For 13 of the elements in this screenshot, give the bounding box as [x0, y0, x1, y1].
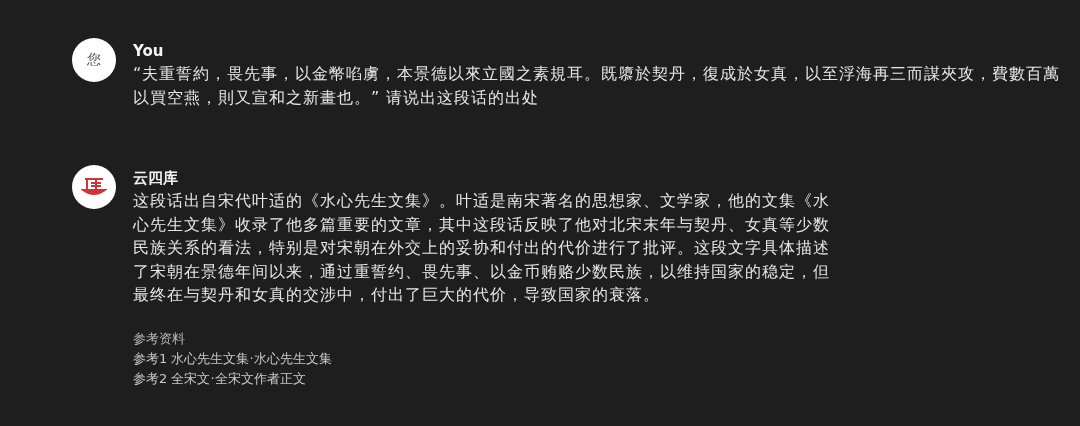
message-line: 民族关系的看法，特别是对宋朝在外交上的妥协和付出的代价进行了批评。这段文字具体描述: [133, 237, 830, 259]
sender-name: 云四库: [133, 168, 179, 189]
message-line: 以買空燕，則又宣和之新畫也。” 请说出这段话的出处: [133, 86, 541, 109]
message-line: 这段话出自宋代叶适的《水心先生文集》。叶适是南宋著名的思想家、文学家，他的文集《水: [133, 190, 830, 212]
message-line: 最终在与契丹和女真的交涉中，付出了巨大的代价，导致国家的衰落。: [133, 284, 661, 306]
user-avatar: 您: [72, 38, 116, 82]
message-line: 心先生文集》收录了他多篇重要的文章，其中这段话反映了他对北宋末年与契丹、女真等少数: [133, 213, 830, 236]
sender-name: You: [133, 41, 165, 62]
reference-link[interactable]: 参考2 全宋文·全宋文作者正文: [133, 368, 830, 389]
reference-link[interactable]: 参考1 水心先生文集·水心先生文集: [133, 348, 830, 369]
message-line: “夫重誓約，畏先事，以金幣啗虜，本景德以來立國之素規耳。既隳於契丹，復成於女真，以至浮海再三而謀夾攻，費數百萬: [133, 63, 1061, 85]
references-title: 参考资料: [133, 329, 186, 348]
message-line: 了宋朝在景德年间以来，通过重誓约、畏先事、以金币贿赂少数民族，以维持国家的稳定，但: [133, 260, 830, 283]
